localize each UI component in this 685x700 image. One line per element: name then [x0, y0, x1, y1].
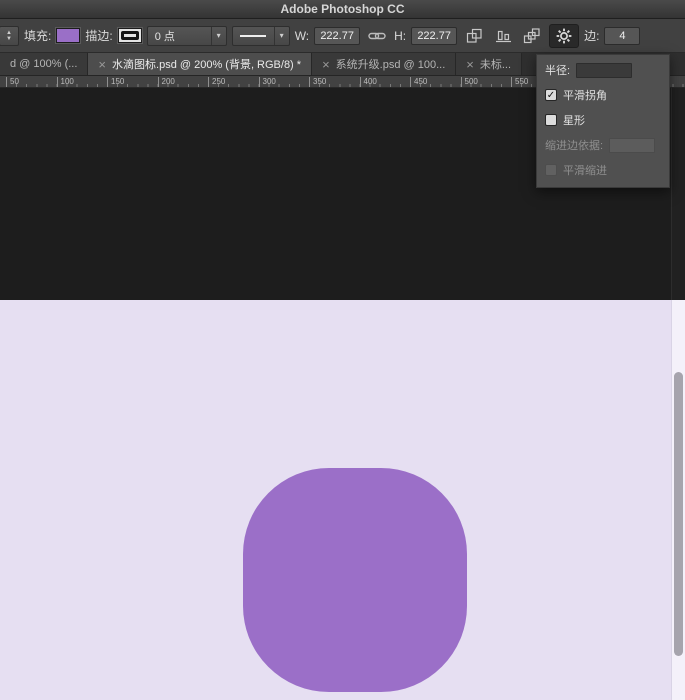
- document-tab[interactable]: × 未标...: [456, 53, 522, 75]
- smooth-indents-label: 平滑缩进: [563, 162, 607, 178]
- radius-input[interactable]: [576, 63, 632, 78]
- tab-label: d @ 100% (...: [10, 58, 77, 70]
- stroke-color-swatch[interactable]: [118, 28, 142, 43]
- height-label: H:: [394, 29, 406, 43]
- tab-label: 系统升级.psd @ 100...: [336, 56, 446, 72]
- scrollbar-track-dark[interactable]: [671, 88, 685, 300]
- ruler-tick-label: 350: [309, 77, 326, 88]
- tab-close-icon[interactable]: ×: [322, 58, 330, 71]
- scrollbar-thumb[interactable]: [674, 372, 683, 656]
- document-tab[interactable]: × 系统升级.psd @ 100...: [312, 53, 456, 75]
- clipped-stepper-control[interactable]: ▲ ▼: [0, 26, 19, 46]
- fill-label: 填充:: [24, 27, 51, 44]
- window-title: Adobe Photoshop CC: [281, 2, 405, 16]
- chevron-down-icon[interactable]: ▾: [211, 27, 226, 45]
- star-checkbox[interactable]: [545, 114, 557, 126]
- ruler-tick-label: 550: [511, 77, 528, 88]
- ruler-tick-label: 500: [461, 77, 478, 88]
- edges-label: 边:: [584, 27, 599, 44]
- stroke-width-dropdown[interactable]: 0 点 ▾: [147, 26, 227, 46]
- smooth-corners-label: 平滑拐角: [563, 87, 607, 103]
- link-dimensions-icon[interactable]: [365, 25, 389, 47]
- path-operations-icon[interactable]: [462, 25, 486, 47]
- ruler-tick-label: 150: [107, 77, 124, 88]
- ruler-tick-label: 450: [410, 77, 427, 88]
- ruler-tick-label: 200: [158, 77, 175, 88]
- stepper-down-icon[interactable]: ▼: [6, 36, 12, 42]
- path-arrangement-icon[interactable]: [520, 25, 544, 47]
- document-tab[interactable]: × 水滴图标.psd @ 200% (背景, RGB/8) *: [88, 53, 312, 75]
- smooth-corners-checkbox[interactable]: ✓: [545, 89, 557, 101]
- gear-icon: [556, 28, 572, 44]
- stroke-swatch-ring: [121, 31, 139, 40]
- title-bar: Adobe Photoshop CC: [0, 0, 685, 19]
- document-tab[interactable]: d @ 100% (...: [0, 53, 88, 75]
- tab-label: 水滴图标.psd @ 200% (背景, RGB/8) *: [112, 56, 301, 72]
- tab-close-icon[interactable]: ×: [98, 58, 106, 71]
- edges-input[interactable]: [604, 27, 640, 45]
- stroke-type-dropdown[interactable]: ▾: [232, 26, 290, 46]
- shape-options-panel: 半径: ✓ 平滑拐角 星形 缩进边依据: 平滑缩进: [536, 54, 670, 188]
- tab-label: 未标...: [480, 56, 511, 72]
- shape-width-input[interactable]: [314, 27, 360, 45]
- stroke-style-line-icon: [240, 35, 266, 37]
- shape-height-input[interactable]: [411, 27, 457, 45]
- stroke-label: 描边:: [85, 27, 112, 44]
- stroke-width-value: 0 点: [148, 28, 211, 44]
- ruler-tick-label: 300: [259, 77, 276, 88]
- smooth-indents-checkbox: [545, 164, 557, 176]
- fill-color-swatch[interactable]: [56, 28, 80, 43]
- path-alignment-icon[interactable]: [491, 25, 515, 47]
- indent-sides-input: [609, 138, 655, 153]
- tab-close-icon[interactable]: ×: [466, 58, 474, 71]
- options-bar: ▲ ▼ 填充: 描边: 0 点 ▾ ▾ W: H:: [0, 19, 685, 53]
- document-view[interactable]: [0, 300, 685, 700]
- radius-label: 半径:: [545, 62, 570, 78]
- indent-sides-label: 缩进边依据:: [545, 137, 603, 153]
- ruler-tick-label: 50: [6, 77, 19, 88]
- rounded-rectangle-shape[interactable]: [243, 468, 467, 692]
- chevron-down-icon[interactable]: ▾: [274, 27, 289, 45]
- gear-settings-button[interactable]: [549, 24, 579, 48]
- ruler-tick-label: 250: [208, 77, 225, 88]
- ruler-tick-label: 100: [57, 77, 74, 88]
- width-label: W:: [295, 29, 309, 43]
- ruler-tick-label: 400: [360, 77, 377, 88]
- star-label: 星形: [563, 112, 585, 128]
